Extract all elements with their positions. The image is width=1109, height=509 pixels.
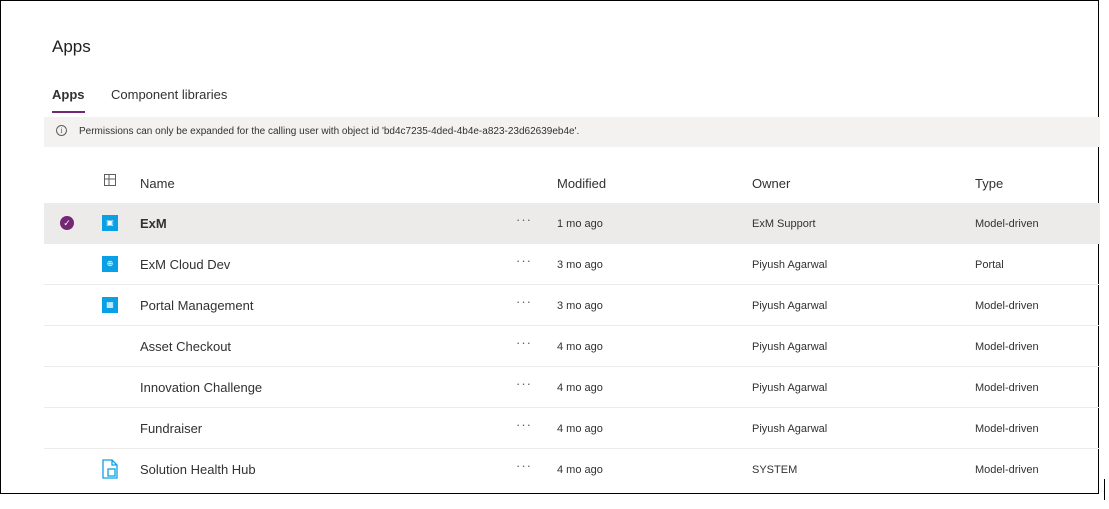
column-header-modified[interactable]: Modified bbox=[557, 176, 606, 191]
more-options-button[interactable]: ··· bbox=[516, 376, 532, 391]
modified-value: 4 mo ago bbox=[557, 382, 603, 394]
banner-message: Permissions can only be expanded for the… bbox=[79, 126, 580, 137]
owner-value: Piyush Agarwal bbox=[752, 300, 828, 312]
table-row[interactable]: Solution Health Hub ··· 4 mo ago SYSTEM … bbox=[44, 449, 1100, 489]
model-app-icon: ▣ bbox=[102, 215, 118, 231]
tab-component-libraries[interactable]: Component libraries bbox=[111, 87, 227, 102]
type-value: Model-driven bbox=[975, 464, 1039, 476]
portal-globe-icon: ⊕ bbox=[102, 256, 118, 272]
app-name[interactable]: Innovation Challenge bbox=[140, 380, 262, 395]
owner-value: Piyush Agarwal bbox=[752, 382, 828, 394]
table-row[interactable]: Innovation Challenge ··· 4 mo ago Piyush… bbox=[44, 367, 1100, 408]
modified-value: 4 mo ago bbox=[557, 341, 603, 353]
type-value: Model-driven bbox=[975, 300, 1039, 312]
more-options-button[interactable]: ··· bbox=[516, 253, 532, 268]
owner-value: ExM Support bbox=[752, 218, 816, 230]
app-name[interactable]: ExM Cloud Dev bbox=[140, 257, 230, 272]
app-name[interactable]: Portal Management bbox=[140, 298, 253, 313]
modified-value: 1 mo ago bbox=[557, 218, 603, 230]
type-value: Model-driven bbox=[975, 341, 1039, 353]
owner-value: Piyush Agarwal bbox=[752, 423, 828, 435]
type-value: Model-driven bbox=[975, 423, 1039, 435]
more-options-button[interactable]: ··· bbox=[516, 212, 532, 227]
more-options-button[interactable]: ··· bbox=[516, 417, 532, 432]
owner-value: Piyush Agarwal bbox=[752, 259, 828, 271]
apps-panel: Apps Apps Component libraries i Permissi… bbox=[0, 0, 1100, 494]
info-icon: i bbox=[56, 125, 67, 136]
column-header-owner[interactable]: Owner bbox=[752, 176, 790, 191]
model-app-icon: ▦ bbox=[102, 297, 118, 313]
page-title: Apps bbox=[52, 37, 91, 56]
type-value: Model-driven bbox=[975, 218, 1039, 230]
modified-value: 4 mo ago bbox=[557, 464, 603, 476]
selected-check-icon[interactable]: ✓ bbox=[60, 216, 74, 230]
apps-table: ✓ ▣ ExM ··· 1 mo ago ExM Support Model-d… bbox=[44, 203, 1100, 489]
modified-value: 3 mo ago bbox=[557, 259, 603, 271]
more-options-button[interactable]: ··· bbox=[516, 458, 532, 473]
table-row[interactable]: ▦ Portal Management ··· 3 mo ago Piyush … bbox=[44, 285, 1100, 326]
owner-value: Piyush Agarwal bbox=[752, 341, 828, 353]
app-name[interactable]: Solution Health Hub bbox=[140, 462, 256, 477]
table-row[interactable]: ✓ ▣ ExM ··· 1 mo ago ExM Support Model-d… bbox=[44, 203, 1100, 244]
type-value: Model-driven bbox=[975, 382, 1039, 394]
table-row[interactable]: Asset Checkout ··· 4 mo ago Piyush Agarw… bbox=[44, 326, 1100, 367]
document-app-icon bbox=[102, 459, 118, 479]
column-header-type[interactable]: Type bbox=[975, 176, 1003, 191]
permissions-banner: i Permissions can only be expanded for t… bbox=[44, 117, 1100, 147]
column-options-icon[interactable] bbox=[104, 174, 116, 186]
type-value: Portal bbox=[975, 259, 1004, 271]
text-cursor bbox=[1104, 479, 1105, 500]
owner-value: SYSTEM bbox=[752, 464, 798, 476]
app-name[interactable]: Asset Checkout bbox=[140, 339, 231, 354]
tab-apps[interactable]: Apps bbox=[52, 87, 85, 113]
column-header-name[interactable]: Name bbox=[140, 176, 175, 191]
modified-value: 4 mo ago bbox=[557, 423, 603, 435]
table-row[interactable]: ⊕ ExM Cloud Dev ··· 3 mo ago Piyush Agar… bbox=[44, 244, 1100, 285]
modified-value: 3 mo ago bbox=[557, 300, 603, 312]
table-header: Name Modified Owner Type bbox=[44, 163, 1100, 203]
more-options-button[interactable]: ··· bbox=[516, 335, 532, 350]
app-name[interactable]: ExM bbox=[140, 216, 167, 231]
table-row[interactable]: Fundraiser ··· 4 mo ago Piyush Agarwal M… bbox=[44, 408, 1100, 449]
app-name[interactable]: Fundraiser bbox=[140, 421, 202, 436]
more-options-button[interactable]: ··· bbox=[516, 294, 532, 309]
